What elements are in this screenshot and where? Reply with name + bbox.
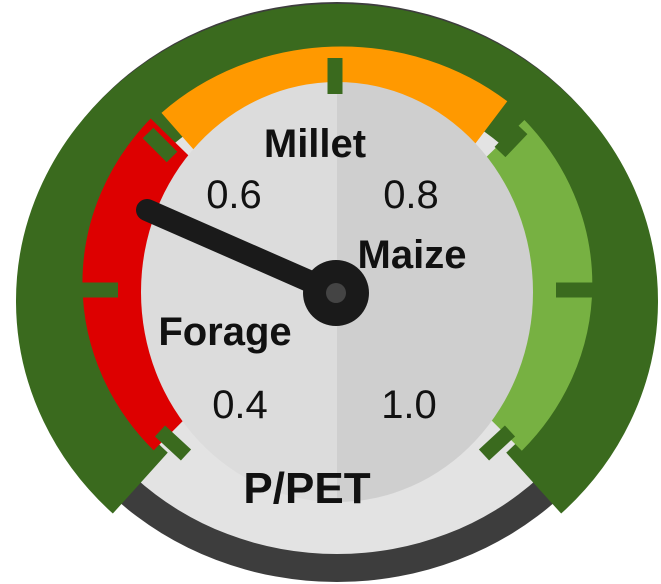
gauge-title: P/PET	[243, 464, 370, 513]
p-pet-gauge: 0.6 0.8 0.4 1.0 Millet Maize Forage P/PE…	[16, 2, 658, 582]
tick-label-0-6: 0.6	[206, 173, 262, 217]
tick-label-0-8: 0.8	[383, 173, 439, 217]
crop-label-millet: Millet	[264, 122, 366, 166]
crop-label-maize: Maize	[358, 233, 467, 277]
crop-label-forage: Forage	[158, 310, 291, 354]
tick-label-0-4: 0.4	[212, 383, 268, 427]
tick-label-1-0: 1.0	[381, 383, 437, 427]
needle-hub-center	[326, 283, 346, 303]
